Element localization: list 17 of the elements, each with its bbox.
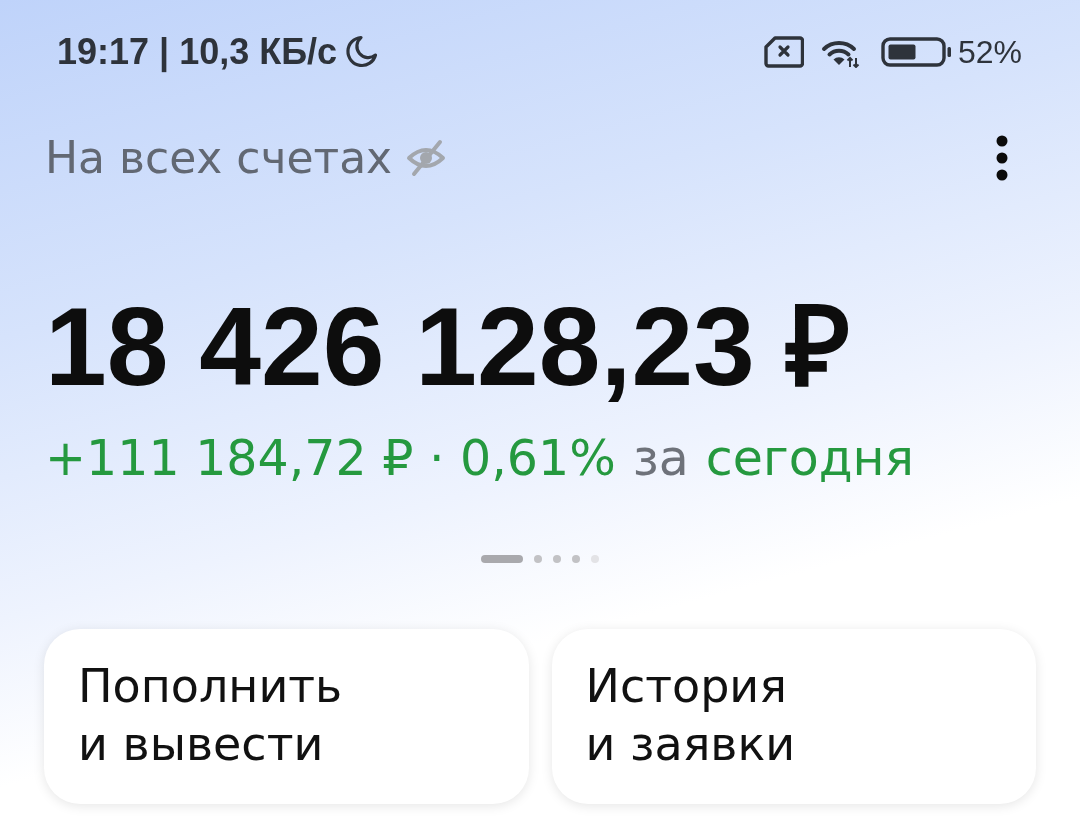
page-indicator-icon[interactable] bbox=[481, 555, 523, 563]
balance-change: +111 184,72 ₽ · 0,61% bbox=[45, 434, 616, 483]
page-indicator-icon[interactable] bbox=[553, 555, 561, 563]
accounts-title: На всех счетах bbox=[45, 136, 393, 180]
page-indicator-icon[interactable] bbox=[572, 555, 580, 563]
page-indicator-icon[interactable] bbox=[534, 555, 542, 563]
eye-slash-icon[interactable] bbox=[406, 139, 447, 177]
page-indicator-icon[interactable] bbox=[591, 555, 599, 563]
period-prefix: за bbox=[632, 434, 689, 483]
sim-card-x-icon bbox=[763, 36, 804, 68]
balance-amount: 18 426 128,23 ₽ bbox=[45, 292, 851, 403]
battery-percent: 52% bbox=[957, 36, 1022, 68]
more-menu-icon[interactable] bbox=[996, 135, 1008, 181]
action-button[interactable]: История и заявки bbox=[551, 629, 1036, 804]
battery-icon bbox=[880, 37, 952, 67]
moon-icon bbox=[344, 35, 379, 69]
action-button[interactable]: Пополнить и вывести bbox=[44, 629, 529, 804]
